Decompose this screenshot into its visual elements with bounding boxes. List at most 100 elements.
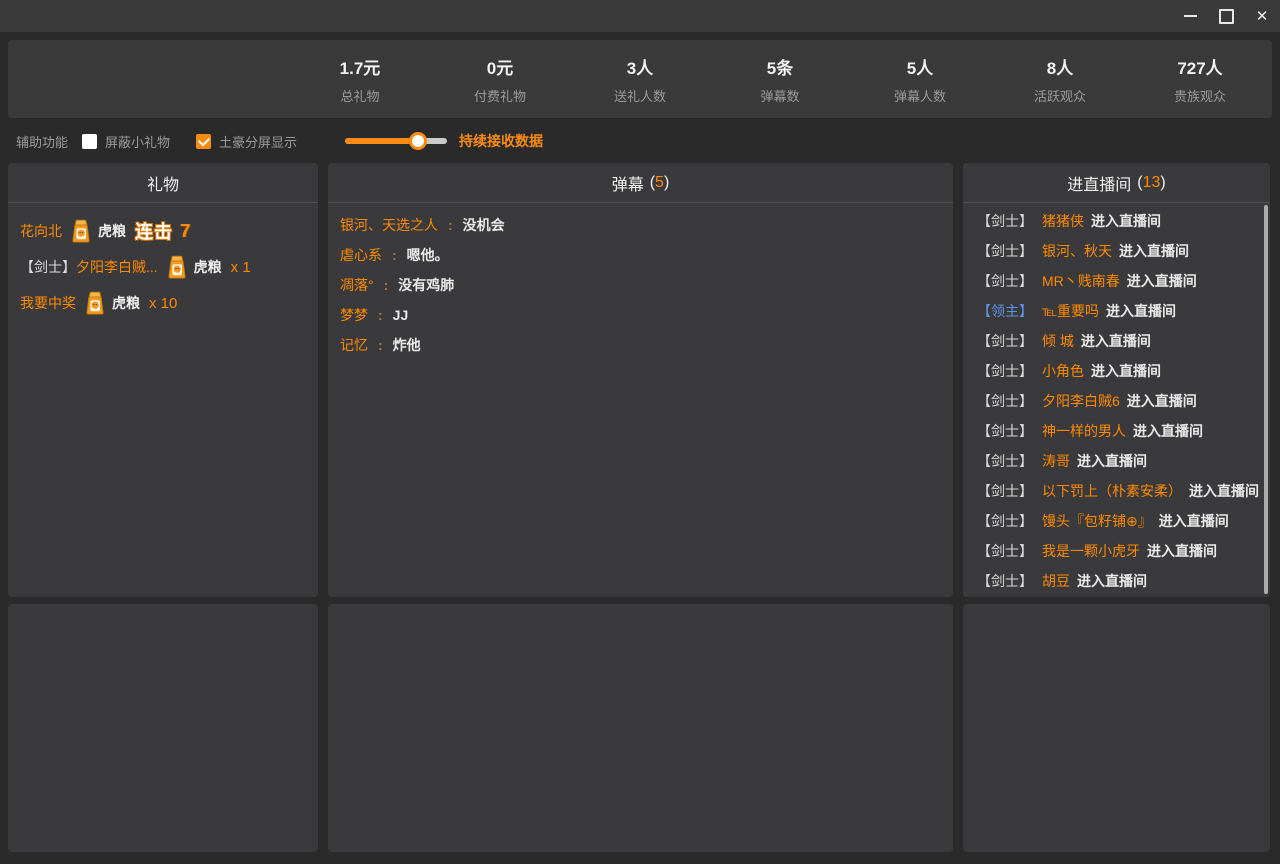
stat-value: 0元 (430, 54, 570, 79)
entry-row: 【领主】℡重要吗进入直播间 (963, 296, 1270, 326)
gifts-panel-header: 礼物 (8, 163, 318, 203)
user-name: 夕阳李白贼... (76, 257, 158, 277)
entry-row: 【剑士】以下罚上（朴素安柔）进入直播间 (963, 476, 1270, 506)
rank-badge: 【剑士】 (977, 451, 1033, 471)
user-name: 我要中奖 (20, 293, 76, 313)
block-small-gifts-label: 屏蔽小礼物 (105, 132, 170, 151)
separator: : (378, 337, 383, 353)
receive-data-slider[interactable] (345, 132, 447, 150)
danmaku-message: 虐心系:嗯他。 (328, 240, 953, 270)
panel-grid: 礼物 花向北 虎粮连击7【剑士】夕阳李白贼... 虎粮x 1我要中奖 (8, 163, 1270, 852)
stats-bar: 1.7元总礼物0元付费礼物3人送礼人数5条弹幕数5人弹幕人数8人活跃观众727人… (8, 40, 1272, 118)
entries-scrollbar[interactable] (1264, 205, 1268, 594)
rich-split-label: 土豪分屏显示 (219, 132, 297, 151)
close-button[interactable]: ✕ (1244, 0, 1280, 32)
separator: : (448, 217, 453, 233)
danmaku-list: 银河、天选之人:没机会虐心系:嗯他。凋落°:没有鸡肺梦梦:JJ记忆:炸他 (328, 203, 953, 360)
stat-value: 5人 (850, 54, 990, 79)
viewer-name: 胡豆 (1042, 571, 1070, 591)
viewer-name: ℡重要吗 (1042, 301, 1099, 321)
stat-item: 8人活跃观众 (990, 54, 1130, 105)
rank-badge: 【剑士】 (977, 211, 1033, 231)
danmaku-message: 银河、天选之人: 没机会 (328, 210, 953, 240)
entry-row: 【剑士】涛哥进入直播间 (963, 446, 1270, 476)
entry-suffix: 进入直播间 (1091, 211, 1161, 231)
stat-label: 贵族观众 (1130, 86, 1270, 105)
entry-suffix: 进入直播间 (1127, 391, 1197, 411)
viewer-name: 神一样的男人 (1042, 421, 1126, 441)
rank-badge: 【剑士】 (977, 241, 1033, 261)
stat-label: 活跃观众 (990, 86, 1130, 105)
danmaku-panel-header: 弹幕 5 (328, 163, 953, 203)
viewer-name: 我是一颗小虎牙 (1042, 541, 1140, 561)
separator: : (384, 277, 389, 293)
stat-item: 727人贵族观众 (1130, 54, 1270, 105)
slider-thumb[interactable] (409, 132, 427, 150)
rank-badge: 【剑士】 (977, 511, 1033, 531)
entry-row: 【剑士】 MR丶贱南春进入直播间 (963, 266, 1270, 296)
entries-split-panel (963, 604, 1270, 852)
gifts-list: 花向北 虎粮连击7【剑士】夕阳李白贼... 虎粮x 1我要中奖 (8, 203, 318, 321)
entry-suffix: 进入直播间 (1159, 511, 1229, 531)
sender-name: 银河、天选之人 (340, 215, 438, 235)
stat-item: 5条弹幕数 (710, 54, 850, 105)
entry-suffix: 进入直播间 (1147, 541, 1217, 561)
user-badge: 【剑士】 (20, 257, 76, 277)
minimize-button[interactable] (1172, 0, 1208, 32)
entry-suffix: 进入直播间 (1127, 271, 1197, 291)
entry-row: 【剑士】银河、秋天进入直播间 (963, 236, 1270, 266)
viewer-name: 倾 城 (1042, 331, 1074, 351)
viewer-name: 小角色 (1042, 361, 1084, 381)
rich-split-toggle[interactable]: 土豪分屏显示 (196, 132, 297, 151)
rank-badge: 【剑士】 (977, 421, 1033, 441)
stat-item: 1.7元总礼物 (290, 54, 430, 105)
sender-name: 记忆 (340, 335, 368, 355)
message-text: 没有鸡肺 (398, 275, 454, 295)
stat-label: 弹幕数 (710, 86, 850, 105)
message-text: 没机会 (463, 215, 505, 235)
entry-suffix: 进入直播间 (1081, 331, 1151, 351)
stat-item: 5人弹幕人数 (850, 54, 990, 105)
gift-row: 我要中奖 虎粮x 10 (8, 285, 318, 321)
gift-currency-name: 虎粮 (112, 293, 140, 313)
separator: : (378, 307, 383, 323)
message-text: 嗯他。 (407, 245, 449, 265)
gift-bag-icon (166, 255, 188, 279)
rank-badge: 【剑士】 (977, 541, 1033, 561)
rich-split-checkbox[interactable] (196, 134, 211, 149)
viewer-name: MR丶贱南春 (1042, 271, 1120, 291)
entry-suffix: 进入直播间 (1077, 451, 1147, 471)
entry-suffix: 进入直播间 (1091, 361, 1161, 381)
slider-track[interactable] (345, 138, 447, 144)
block-small-gifts-toggle[interactable]: 屏蔽小礼物 (82, 132, 170, 151)
stat-value: 3人 (570, 54, 710, 79)
maximize-button[interactable] (1208, 0, 1244, 32)
rank-badge: 【剑士】 (977, 271, 1033, 291)
gift-bag-icon (70, 219, 92, 243)
stat-item: 3人送礼人数 (570, 54, 710, 105)
stat-label: 弹幕人数 (850, 86, 990, 105)
entry-row: 【剑士】倾 城进入直播间 (963, 326, 1270, 356)
gifts-panel: 礼物 花向北 虎粮连击7【剑士】夕阳李白贼... 虎粮x 1我要中奖 (8, 163, 318, 597)
gifts-panel-title: 礼物 (147, 171, 179, 195)
rank-badge: 【剑士】 (977, 391, 1033, 411)
entry-row: 【剑士】胡豆进入直播间 (963, 566, 1270, 596)
danmaku-count: 5 (655, 174, 664, 191)
entry-row: 【剑士】馒头『包籽铺⊕』进入直播间 (963, 506, 1270, 536)
combo-count: 7 (180, 221, 190, 242)
user-name: 花向北 (20, 221, 62, 241)
entry-row: 【剑士】夕阳李白贼6进入直播间 (963, 386, 1270, 416)
window-titlebar: ✕ (0, 0, 1280, 32)
viewer-name: 银河、秋天 (1042, 241, 1112, 261)
entry-row: 【剑士】小角色进入直播间 (963, 356, 1270, 386)
entry-suffix: 进入直播间 (1133, 421, 1203, 441)
receive-data-label: 持续接收数据 (459, 131, 543, 151)
entry-suffix: 进入直播间 (1189, 481, 1259, 501)
gift-currency-name: 虎粮 (194, 257, 222, 277)
block-small-gifts-checkbox[interactable] (82, 134, 97, 149)
separator: : (392, 247, 397, 263)
rank-badge: 【剑士】 (977, 361, 1033, 381)
gift-bag-icon (84, 291, 106, 315)
rank-badge: 【剑士】 (977, 481, 1033, 501)
stat-value: 1.7元 (290, 54, 430, 79)
